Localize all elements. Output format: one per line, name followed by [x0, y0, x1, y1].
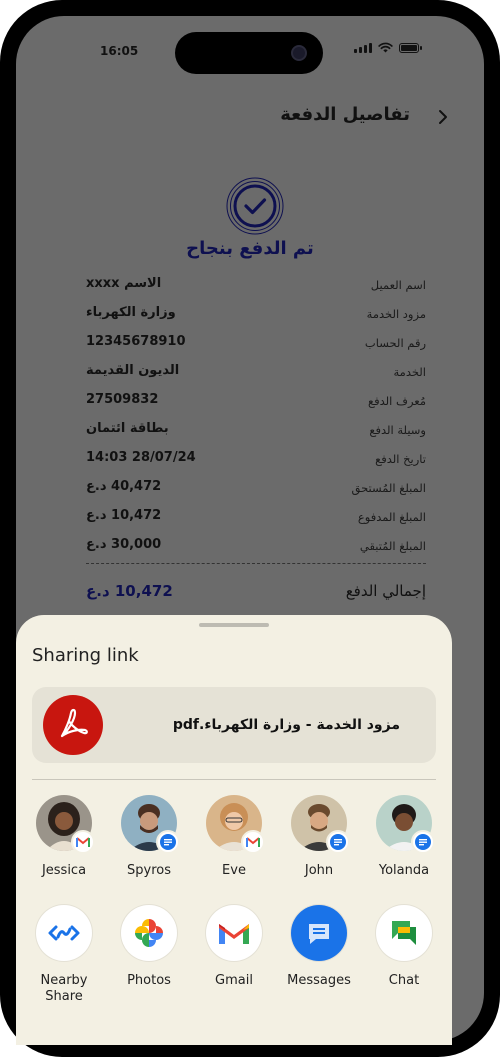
phone-frame: 16:05 تفاصيل الدفعة تم الدفع بنجاح اسم ا… [0, 0, 500, 1057]
detail-value: 12345678910 [86, 334, 186, 349]
app-label: Gmail [215, 973, 253, 988]
detail-label: وسيلة الدفع [369, 423, 426, 437]
contact-jessica[interactable]: Jessica [24, 795, 104, 878]
avatar [376, 795, 435, 854]
app-label: Messages [287, 973, 351, 988]
detail-row-method: وسيلة الدفع بطاقة ائتمان [16, 421, 484, 443]
detail-row-account: رقم الحساب 12345678910 [16, 334, 484, 356]
status-icons [354, 42, 422, 53]
messages-icon [291, 905, 347, 961]
contact-eve[interactable]: Eve [194, 795, 274, 878]
contacts-row: Jessica Spyros Eve John Yolanda [16, 795, 452, 885]
detail-label: تاريخ الدفع [375, 452, 426, 466]
detail-label: رقم الحساب [364, 336, 426, 350]
share-sheet-title: Sharing link [32, 645, 139, 666]
detail-label: الخدمة [393, 365, 426, 379]
app-label: Chat [388, 973, 420, 988]
detail-value: 40,472 د.ع [86, 479, 162, 494]
share-sheet: Sharing link مزود الخدمة - وزارة الكهربا… [16, 615, 452, 1045]
gmail-icon [206, 905, 262, 961]
success-message: تم الدفع بنجاح [186, 238, 314, 259]
detail-row-payment-id: مُعرف الدفع 27509832 [16, 392, 484, 414]
avatar [36, 795, 95, 854]
app-chat[interactable]: Chat [364, 905, 444, 989]
detail-label: المبلغ المُستحق [351, 481, 427, 495]
contact-yolanda[interactable]: Yolanda [364, 795, 444, 878]
detail-label: مزود الخدمة [366, 307, 426, 321]
messages-icon [326, 830, 350, 854]
sheet-drag-handle[interactable] [199, 623, 269, 627]
total-row: إجمالي الدفع 10,472 د.ع [16, 580, 484, 608]
detail-value: 10,472 د.ع [86, 508, 162, 523]
gmail-icon [71, 830, 95, 854]
detail-label: اسم العميل [370, 278, 426, 292]
dashed-divider [86, 563, 426, 564]
page-title: تفاصيل الدفعة [280, 104, 410, 125]
contact-name: Eve [222, 863, 246, 878]
detail-label: مُعرف الدفع [368, 394, 426, 408]
app-gmail[interactable]: Gmail [194, 905, 274, 989]
battery-icon [399, 43, 422, 53]
detail-value: بطاقة ائتمان [86, 421, 169, 436]
app-label: Photos [127, 973, 171, 988]
dynamic-island [175, 32, 323, 74]
app-photos[interactable]: Photos [109, 905, 189, 989]
app-label: Nearby Share [40, 973, 88, 1004]
contact-john[interactable]: John [279, 795, 359, 878]
messages-icon [411, 830, 435, 854]
detail-label: المبلغ المُتبقي [359, 539, 426, 553]
wifi-icon [378, 42, 393, 53]
avatar [291, 795, 350, 854]
status-time: 16:05 [100, 44, 139, 58]
detail-label: المبلغ المدفوع [357, 510, 426, 524]
success-check-icon [226, 177, 284, 235]
contact-name: Yolanda [378, 863, 430, 878]
avatar [121, 795, 180, 854]
chat-icon [376, 905, 432, 961]
app-nearby-share[interactable]: Nearby Share [24, 905, 104, 1005]
detail-row-date: تاريخ الدفع 28/07/24 14:03 [16, 450, 484, 472]
detail-value: وزارة الكهرباء [86, 305, 176, 320]
contact-name: John [304, 863, 334, 878]
detail-row-due: المبلغ المُستحق 40,472 د.ع [16, 479, 484, 501]
gmail-icon [241, 830, 265, 854]
shared-file-name: مزود الخدمة - وزارة الكهرباء.pdf [172, 717, 400, 733]
detail-row-paid: المبلغ المدفوع 10,472 د.ع [16, 508, 484, 530]
detail-value: 27509832 [86, 392, 159, 407]
detail-value: الديون القديمة [86, 363, 180, 378]
signal-icon [354, 42, 372, 53]
app-messages[interactable]: Messages [279, 905, 359, 989]
status-bar: 16:05 [16, 16, 484, 86]
acrobat-pdf-icon [43, 695, 103, 755]
detail-row-service: الخدمة الديون القديمة [16, 363, 484, 385]
total-label: إجمالي الدفع [345, 582, 426, 600]
detail-row-provider: مزود الخدمة وزارة الكهرباء [16, 305, 484, 327]
contact-spyros[interactable]: Spyros [109, 795, 189, 878]
detail-row-remaining: المبلغ المُتبقي 30,000 د.ع [16, 537, 484, 559]
page-header: تفاصيل الدفعة [16, 102, 484, 132]
contact-name: Jessica [41, 863, 87, 878]
total-value: 10,472 د.ع [86, 582, 173, 600]
sheet-divider [32, 779, 436, 780]
camera-icon [291, 45, 307, 61]
avatar [206, 795, 265, 854]
photos-icon [121, 905, 177, 961]
detail-value: الاسم xxxx [86, 276, 162, 291]
messages-icon [156, 830, 180, 854]
back-chevron-icon[interactable] [432, 106, 454, 128]
detail-value: 28/07/24 14:03 [86, 450, 196, 465]
shared-file-card: مزود الخدمة - وزارة الكهرباء.pdf [32, 687, 436, 763]
contact-name: Spyros [127, 863, 171, 878]
detail-value: 30,000 د.ع [86, 537, 162, 552]
apps-row: Nearby Share Photos Gmail Messages Chat [16, 905, 452, 1015]
nearby-share-icon [36, 905, 92, 961]
detail-row-customer: اسم العميل الاسم xxxx [16, 276, 484, 298]
